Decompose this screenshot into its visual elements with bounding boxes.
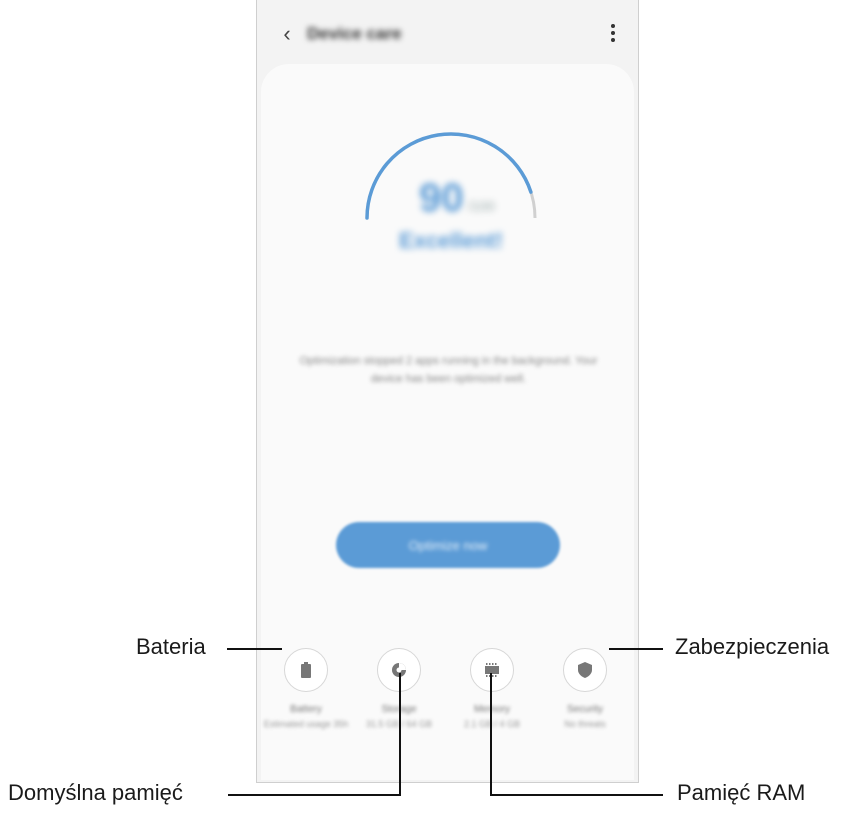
feature-storage[interactable]: Storage 31.5 GB / 64 GB [354, 648, 444, 731]
feature-memory[interactable]: Memory 2.1 GB / 4 GB [447, 648, 537, 731]
storage-button[interactable] [377, 648, 421, 692]
callout-security: Zabezpieczenia [675, 634, 830, 659]
optimization-description: Optimization stopped 2 apps running in t… [299, 355, 598, 385]
optimize-button-label: Optimize now [408, 537, 488, 553]
battery-button[interactable] [284, 648, 328, 692]
chevron-left-icon: ‹ [283, 21, 291, 46]
back-button[interactable]: ‹ [275, 20, 299, 48]
more-options-button[interactable] [606, 22, 620, 46]
security-sublabel: No threats [564, 719, 606, 729]
storage-pie-icon [392, 663, 406, 677]
score-unit: /100 [467, 198, 495, 214]
feature-battery[interactable]: Battery Estimated usage 35h [261, 648, 351, 731]
memory-button[interactable] [470, 648, 514, 692]
callout-memory: Pamięć RAM [677, 780, 806, 805]
callout-storage: Domyślna pamięć [8, 780, 183, 805]
memory-label: Memory [473, 704, 511, 715]
memory-sublabel: 2.1 GB / 4 GB [463, 719, 521, 729]
device-care-screen: ‹ Device care 90/100 Excellent! Optimiza… [256, 0, 639, 783]
memory-chip-icon [485, 663, 499, 677]
security-button[interactable] [563, 648, 607, 692]
battery-sublabel: Estimated usage 35h [263, 719, 349, 729]
battery-label: Battery [290, 704, 322, 715]
page-title: Device care [307, 24, 402, 43]
more-vertical-icon [606, 24, 620, 42]
score-display: 90/100 [397, 176, 517, 221]
callout-battery: Bateria [136, 634, 206, 659]
storage-sublabel: 31.5 GB / 64 GB [365, 719, 433, 729]
shield-icon [578, 662, 592, 678]
device-care-card: 90/100 Excellent! Optimization stopped 2… [261, 64, 634, 780]
storage-label: Storage [381, 704, 417, 715]
battery-icon [301, 662, 311, 678]
security-label: Security [566, 704, 604, 715]
score-status: Excellent! [399, 228, 503, 253]
score-value: 90 [419, 176, 464, 220]
feature-security[interactable]: Security No threats [540, 648, 630, 731]
optimize-now-button[interactable]: Optimize now [336, 522, 560, 568]
app-bar: ‹ Device care [257, 0, 638, 66]
